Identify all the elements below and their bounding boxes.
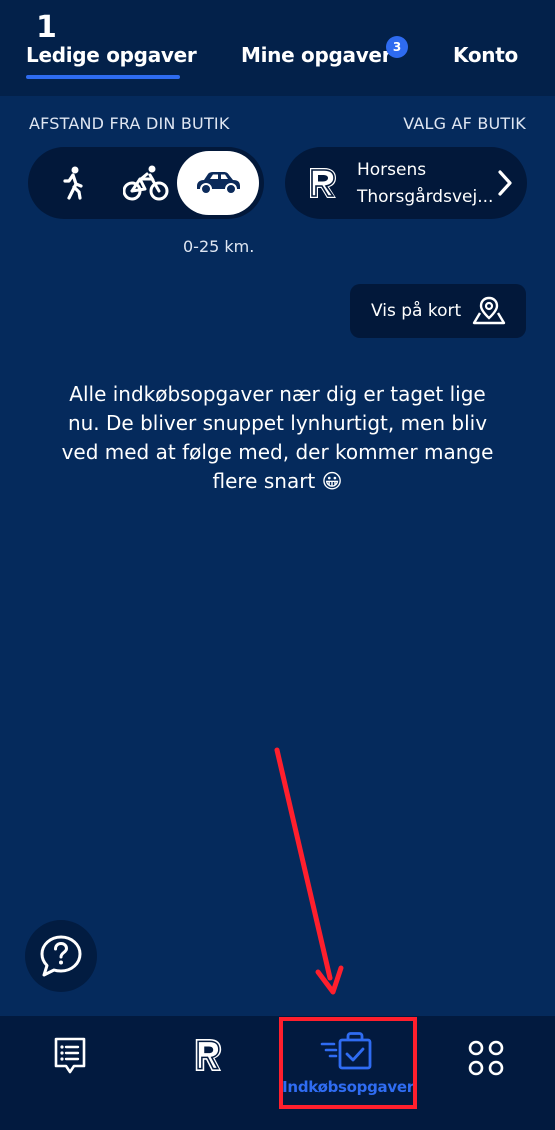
store-selector[interactable]: Horsens Thorsgårdsvej... bbox=[285, 147, 527, 219]
annotation-highlight-box bbox=[279, 1017, 417, 1109]
walk-mode-button[interactable] bbox=[34, 151, 114, 215]
tab-konto[interactable]: Konto bbox=[453, 43, 518, 67]
car-icon bbox=[197, 172, 240, 195]
help-button[interactable] bbox=[25, 920, 97, 992]
mine-opgaver-badge: 3 bbox=[386, 36, 408, 58]
walk-icon bbox=[63, 166, 83, 200]
nav-item-more[interactable] bbox=[446, 1016, 526, 1116]
help-chat-icon bbox=[40, 935, 82, 977]
empty-state-message: Alle indkøbsopgaver nær dig er taget lig… bbox=[61, 382, 494, 493]
chevron-right-icon bbox=[498, 170, 512, 196]
store-city: Horsens bbox=[357, 160, 427, 180]
available-count: 1 bbox=[36, 10, 57, 45]
distance-label: AFSTAND FRA DIN BUTIK bbox=[29, 114, 230, 133]
bottom-navigation: Indkøbsopgaver bbox=[0, 1016, 555, 1130]
tab-mine-opgaver[interactable]: Mine opgaver bbox=[241, 43, 392, 67]
store-street: Thorsgårdsvej... bbox=[357, 187, 494, 207]
list-icon bbox=[54, 1037, 86, 1074]
transport-mode-selector bbox=[28, 147, 264, 219]
show-on-map-button[interactable]: Vis på kort bbox=[350, 284, 526, 338]
show-on-map-label: Vis på kort bbox=[371, 301, 462, 321]
distance-range: 0-25 km. bbox=[183, 237, 255, 256]
store-label: VALG AF BUTIK bbox=[403, 114, 526, 133]
bike-icon bbox=[123, 165, 169, 201]
map-pin-icon bbox=[472, 296, 506, 325]
active-tab-indicator bbox=[26, 75, 180, 79]
brand-r-icon bbox=[195, 1039, 222, 1071]
nav-item-brand[interactable] bbox=[168, 1016, 248, 1116]
tab-ledige-opgaver[interactable]: Ledige opgaver bbox=[26, 43, 197, 67]
car-mode-button[interactable] bbox=[177, 151, 259, 215]
more-apps-icon bbox=[468, 1040, 504, 1076]
bike-mode-button[interactable] bbox=[106, 151, 186, 215]
nav-item-list[interactable] bbox=[30, 1016, 110, 1116]
brand-r-icon bbox=[310, 168, 336, 198]
top-tab-bar: 1 Ledige opgaver Mine opgaver 3 Konto bbox=[0, 0, 555, 96]
